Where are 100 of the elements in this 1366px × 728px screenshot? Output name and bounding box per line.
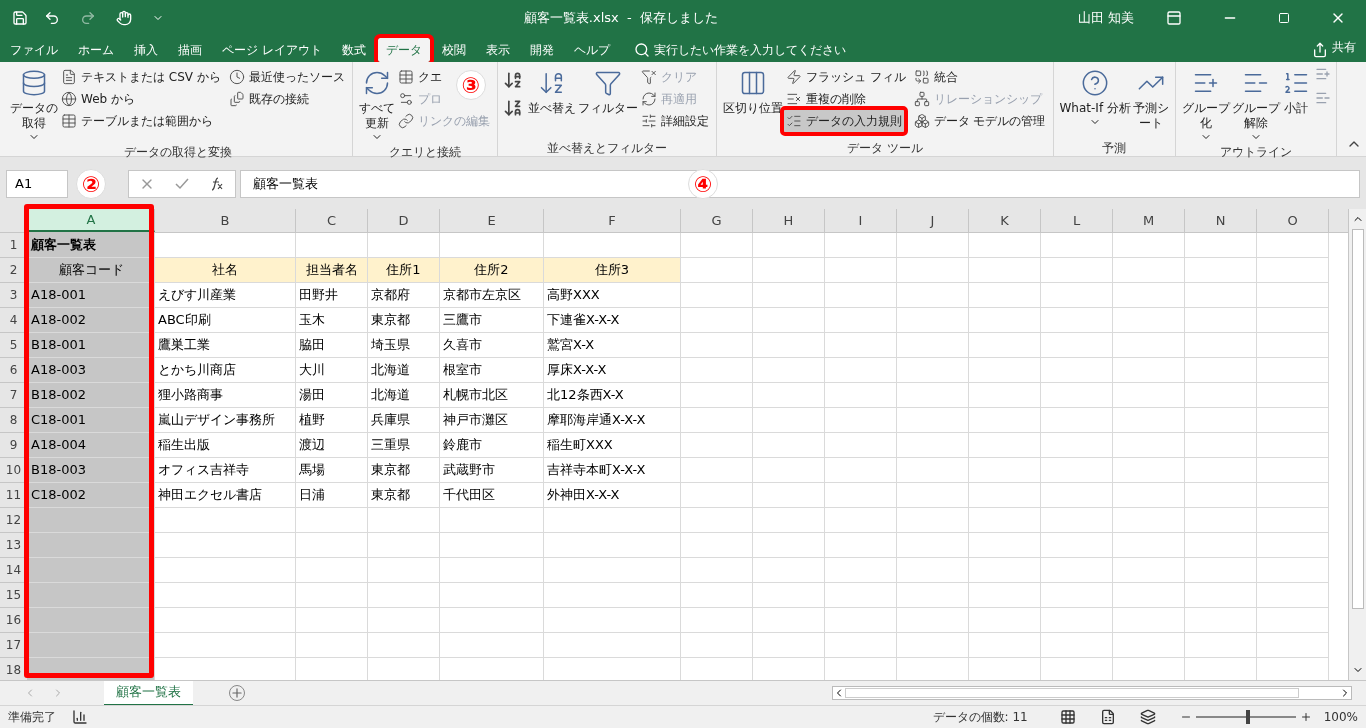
formula-field[interactable]: 顧客一覧表 ④ bbox=[240, 170, 1360, 198]
table-cell[interactable]: A18-001 bbox=[28, 283, 155, 308]
column-header[interactable]: B bbox=[155, 209, 296, 232]
ribbon-button[interactable]: グループ解除 bbox=[1230, 62, 1281, 143]
table-cell[interactable]: えびす川産業 bbox=[155, 283, 296, 308]
ribbon-button[interactable]: Web から bbox=[59, 88, 137, 110]
table-cell[interactable]: 東京都 bbox=[368, 308, 440, 333]
table-cell[interactable]: 嵐山デザイン事務所 bbox=[155, 408, 296, 433]
ribbon-button[interactable]: 並べ替え bbox=[526, 62, 577, 116]
column-header[interactable]: H bbox=[753, 209, 825, 232]
table-cell[interactable]: 馬場 bbox=[296, 458, 368, 483]
ribbon-button[interactable]: 詳細設定 bbox=[638, 110, 711, 132]
ribbon-button[interactable]: What-If 分析 bbox=[1058, 62, 1132, 128]
table-cell[interactable]: C18-001 bbox=[28, 408, 155, 433]
ribbon-tab[interactable]: 校閲 bbox=[433, 38, 474, 62]
zoom-level[interactable]: 100% bbox=[1323, 708, 1358, 726]
table-cell[interactable]: 東京都 bbox=[368, 458, 440, 483]
table-cell[interactable]: 根室市 bbox=[440, 358, 544, 383]
table-cell[interactable]: 社名 bbox=[155, 258, 296, 283]
table-cell[interactable]: 摩耶海岸通X-X-X bbox=[544, 408, 681, 433]
ribbon-button[interactable]: テーブルまたは範囲から bbox=[59, 110, 215, 132]
ribbon-button[interactable]: クエ bbox=[395, 66, 444, 88]
ribbon-tab[interactable]: ページ レイアウト bbox=[214, 38, 330, 62]
ribbon-tab[interactable]: 挿入 bbox=[126, 38, 166, 62]
ribbon-button[interactable]: すべて更新 bbox=[357, 62, 396, 143]
column-header[interactable]: F bbox=[544, 209, 681, 232]
table-cell[interactable]: 下連雀X-X-X bbox=[544, 308, 681, 333]
ribbon-tab[interactable]: ファイル bbox=[2, 38, 66, 62]
column-header[interactable]: E bbox=[440, 209, 544, 232]
column-header[interactable]: N bbox=[1185, 209, 1257, 232]
column-header[interactable]: M bbox=[1113, 209, 1185, 232]
ribbon-tab[interactable]: 描画 bbox=[170, 38, 210, 62]
table-cell[interactable]: 稲生町XXX bbox=[544, 433, 681, 458]
ribbon-button[interactable]: データ モデルの管理 bbox=[911, 110, 1048, 132]
share-button[interactable]: 共有 bbox=[1332, 38, 1356, 62]
table-cell[interactable]: 北海道 bbox=[368, 383, 440, 408]
table-cell[interactable]: 北海道 bbox=[368, 358, 440, 383]
table-cell[interactable]: オフィス吉祥寺 bbox=[155, 458, 296, 483]
table-cell[interactable]: 顧客コード bbox=[28, 258, 155, 283]
ribbon-button[interactable]: データの取得 bbox=[9, 62, 59, 143]
table-cell[interactable]: 渡辺 bbox=[296, 433, 368, 458]
column-header[interactable]: D bbox=[368, 209, 440, 232]
table-cell[interactable]: 湯田 bbox=[296, 383, 368, 408]
column-header[interactable]: J bbox=[897, 209, 969, 232]
ribbon-tab[interactable]: ホーム bbox=[70, 38, 122, 62]
table-cell[interactable]: 札幌市北区 bbox=[440, 383, 544, 408]
table-cell[interactable]: 住所1 bbox=[368, 258, 440, 283]
ribbon-tab[interactable]: ヘルプ bbox=[565, 38, 618, 62]
column-header[interactable]: I bbox=[825, 209, 897, 232]
table-cell[interactable]: 脇田 bbox=[296, 333, 368, 358]
ribbon-button[interactable]: 既存の接続 bbox=[226, 88, 311, 110]
ribbon-tab[interactable]: 数式 bbox=[333, 38, 374, 62]
table-cell[interactable]: 京都市左京区 bbox=[440, 283, 544, 308]
table-cell[interactable]: 鈴鹿市 bbox=[440, 433, 544, 458]
table-cell[interactable]: 神田エクセル書店 bbox=[155, 483, 296, 508]
table-cell[interactable]: 狸小路商事 bbox=[155, 383, 296, 408]
table-cell[interactable]: A18-003 bbox=[28, 358, 155, 383]
ribbon-button[interactable]: 小計 bbox=[1280, 62, 1311, 116]
column-header[interactable]: G bbox=[681, 209, 753, 232]
ribbon-button[interactable]: 予測シート bbox=[1131, 62, 1170, 131]
ribbon-tab[interactable]: 開発 bbox=[521, 38, 562, 62]
name-box[interactable]: A1 bbox=[6, 170, 68, 198]
table-cell[interactable]: とかち川商店 bbox=[155, 358, 296, 383]
table-cell[interactable]: 外神田X-X-X bbox=[544, 483, 681, 508]
table-cell[interactable]: 埼玉県 bbox=[368, 333, 440, 358]
table-cell[interactable]: 三鷹市 bbox=[440, 308, 544, 333]
table-cell[interactable]: 武蔵野市 bbox=[440, 458, 544, 483]
table-cell[interactable]: 京都府 bbox=[368, 283, 440, 308]
ribbon-tab[interactable]: 表示 bbox=[477, 38, 518, 62]
table-cell[interactable]: B18-001 bbox=[28, 333, 155, 358]
table-cell[interactable]: 植野 bbox=[296, 408, 368, 433]
ribbon-button[interactable]: 統合 bbox=[911, 66, 960, 88]
table-cell[interactable]: 担当者名 bbox=[296, 258, 368, 283]
table-cell[interactable]: 兵庫県 bbox=[368, 408, 440, 433]
table-cell[interactable]: 久喜市 bbox=[440, 333, 544, 358]
table-cell[interactable]: B18-003 bbox=[28, 458, 155, 483]
ribbon-button[interactable]: フィルター bbox=[576, 62, 639, 116]
table-cell[interactable]: 東京都 bbox=[368, 483, 440, 508]
table-cell[interactable]: 鷲宮X-X bbox=[544, 333, 681, 358]
table-cell[interactable]: 住所2 bbox=[440, 258, 544, 283]
ribbon-button[interactable]: テキストまたは CSV から bbox=[59, 66, 223, 88]
column-header[interactable]: A bbox=[28, 209, 155, 232]
ribbon-button[interactable]: フラッシュ フィル bbox=[783, 66, 908, 88]
column-header[interactable]: L bbox=[1041, 209, 1113, 232]
table-cell[interactable]: 三重県 bbox=[368, 433, 440, 458]
ribbon-button[interactable]: 区切り位置 bbox=[721, 62, 784, 116]
ribbon-button[interactable]: 重複の削除 bbox=[783, 88, 868, 110]
table-cell[interactable]: 鷹巣工業 bbox=[155, 333, 296, 358]
ribbon-button[interactable]: 最近使ったソース bbox=[226, 66, 347, 88]
table-cell[interactable]: 顧客一覧表 bbox=[28, 233, 155, 258]
table-cell[interactable]: 高野XXX bbox=[544, 283, 681, 308]
table-cell[interactable]: 神戸市灘区 bbox=[440, 408, 544, 433]
table-cell[interactable]: 日浦 bbox=[296, 483, 368, 508]
table-cell[interactable]: A18-004 bbox=[28, 433, 155, 458]
ribbon-button[interactable]: グループ化 bbox=[1180, 62, 1231, 143]
table-cell[interactable]: 千代田区 bbox=[440, 483, 544, 508]
table-cell[interactable]: 玉木 bbox=[296, 308, 368, 333]
tell-me-field[interactable]: 実行したい作業を入力してください bbox=[653, 41, 846, 59]
table-cell[interactable]: 厚床X-X-X bbox=[544, 358, 681, 383]
table-cell[interactable]: 大川 bbox=[296, 358, 368, 383]
